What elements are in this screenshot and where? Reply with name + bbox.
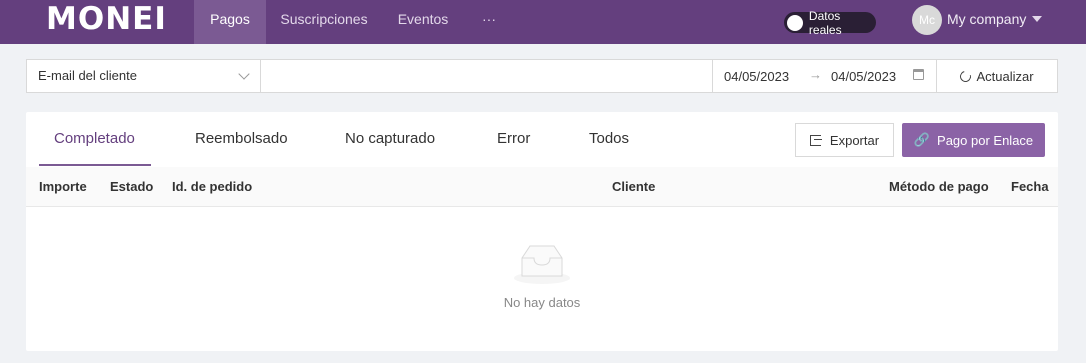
active-tab-indicator — [39, 164, 151, 166]
chevron-down-icon — [238, 68, 250, 80]
link-icon: 🔗 — [913, 132, 931, 147]
refresh-label: Actualizar — [976, 68, 1034, 84]
reload-icon — [958, 68, 974, 84]
tab-error[interactable]: Error — [497, 130, 530, 147]
toggle-label: Datos reales — [808, 8, 842, 37]
account-name: My company — [947, 11, 1027, 27]
column-header-importe[interactable]: Importe — [39, 179, 87, 194]
date-to[interactable]: 04/05/2023 — [831, 69, 896, 84]
export-button[interactable]: Exportar — [795, 123, 894, 157]
empty-state-text: No hay datos — [503, 295, 581, 310]
nav-more-menu[interactable]: ··· — [464, 0, 514, 44]
tab-todos[interactable]: Todos — [589, 130, 629, 147]
nav-item-suscripciones[interactable]: Suscripciones — [266, 0, 382, 44]
empty-inbox-icon — [514, 245, 570, 284]
export-icon — [809, 134, 822, 146]
payment-link-label: Pago por Enlace — [937, 132, 1034, 148]
toggle-knob — [787, 14, 803, 31]
nav-item-pagos[interactable]: Pagos — [194, 0, 266, 44]
refresh-button[interactable]: Actualizar — [937, 60, 1057, 92]
live-data-toggle[interactable]: Datos reales — [784, 9, 876, 37]
column-header-id-pedido[interactable]: Id. de pedido — [172, 179, 252, 194]
search-input[interactable] — [262, 60, 712, 92]
account-menu[interactable]: My company — [947, 11, 1043, 27]
payment-link-button[interactable]: 🔗 Pago por Enlace — [902, 123, 1045, 157]
table-header: Importe Estado Id. de pedido Cliente Mét… — [26, 167, 1058, 207]
tab-no-capturado[interactable]: No capturado — [345, 130, 435, 147]
monei-logo[interactable]: MONEI — [46, 3, 167, 35]
avatar[interactable]: Mc — [912, 5, 942, 35]
date-range-picker[interactable]: 04/05/2023 → 04/05/2023 — [712, 60, 937, 92]
column-header-metodo-pago[interactable]: Método de pago — [889, 179, 989, 194]
tab-reembolsado[interactable]: Reembolsado — [195, 130, 288, 147]
top-navigation-bar: MONEI Pagos Suscripciones Eventos ··· Da… — [0, 0, 1086, 44]
search-field-select[interactable]: E-mail del cliente — [27, 60, 261, 92]
arrow-right-icon: → — [809, 67, 822, 82]
filter-bar: E-mail del cliente 04/05/2023 → 04/05/20… — [26, 59, 1058, 93]
search-field-select-value: E-mail del cliente — [38, 68, 137, 83]
payments-card: Completado Reembolsado No capturado Erro… — [26, 112, 1058, 351]
column-header-cliente[interactable]: Cliente — [612, 179, 655, 194]
calendar-icon — [913, 69, 924, 80]
nav-item-eventos[interactable]: Eventos — [382, 0, 464, 44]
date-from[interactable]: 04/05/2023 — [724, 69, 789, 84]
column-header-fecha[interactable]: Fecha — [1011, 179, 1049, 194]
tab-completado[interactable]: Completado — [54, 130, 135, 147]
column-header-estado[interactable]: Estado — [110, 179, 153, 194]
caret-down-icon — [1032, 16, 1043, 22]
export-label: Exportar — [829, 132, 880, 148]
